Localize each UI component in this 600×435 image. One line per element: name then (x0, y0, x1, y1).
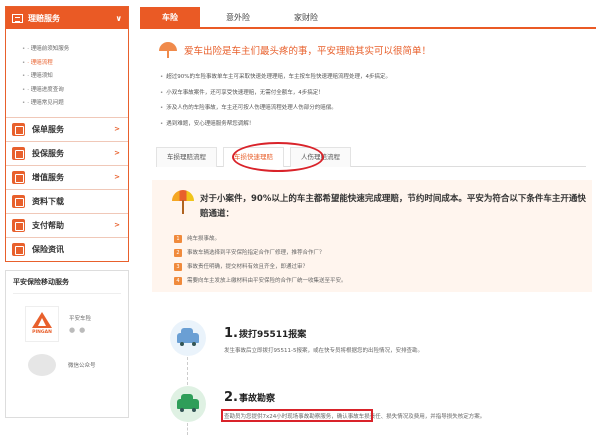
step-connector (187, 357, 188, 385)
tab-car-damage-claim[interactable]: 车损理赔流程 (156, 147, 217, 167)
step-1-desc: 发生事故后立即拨打95511-5报案，或在快专员将根据您的出险情况，安排查勘。 (224, 348, 423, 354)
sidebar-item-label: 支付帮助 (32, 220, 64, 230)
step-1-number: 1. (224, 326, 238, 341)
condition-text: 需要向车主发放上缴材料由平安保险的合作厂统一收集送至平安。 (187, 278, 347, 284)
download-icon (12, 194, 25, 208)
sidebar-item-label: 保单服务 (32, 124, 64, 134)
chevron-down-icon: ∨ (115, 13, 123, 23)
highlight-oval-annotation (232, 142, 324, 172)
claim-service-title: 理赔服务 (28, 13, 60, 23)
sidebar-item-label: 资料下载 (32, 196, 64, 206)
chevron-right-icon: > (114, 221, 120, 229)
app-info: 平安车险 ●● (69, 314, 91, 334)
condition-number-badge: 4 (174, 277, 182, 285)
sidebar-item-label: 增值服务 (32, 172, 64, 182)
sidebar-item-policy-service[interactable]: 保单服务 > (6, 116, 128, 141)
car-accident-icon (170, 320, 206, 356)
notice-title: 对于小案件，90%以上的车主都希望能快速完成理赔，节约时间成本。平安为符合以下条… (200, 194, 586, 219)
step-2-title-text: 事故勘察 (238, 394, 275, 404)
sidebar-subitem[interactable]: · 理赔进度查询 (22, 84, 128, 98)
insure-icon (12, 146, 25, 160)
sidebar-subitem[interactable]: · 理赔前须知服务 (22, 43, 128, 57)
tab-property-insurance[interactable]: 家财险 (276, 7, 336, 27)
step-1-title: 1.拨打95511报案 (224, 326, 306, 341)
highlight-box-annotation (221, 409, 373, 422)
intro-line: 涉及人伤的车险事故，车主还可按人伤理赔流程处理人伤部分的赔偿。 (160, 101, 590, 117)
intro-header: 爱车出险是车主们最头疼的事，平安理赔其实可以很简单！ (158, 40, 431, 60)
condition-text: 纯车损事故。 (187, 236, 221, 242)
intro-list: 超过90%的车险事故单车主可采取快速处理理赔，车主按车险快速理赔流程处理，4步搞… (160, 70, 590, 132)
insurance-type-tabs: 车险 意外险 家财险 (140, 7, 596, 29)
policy-icon (12, 122, 25, 136)
step-2-number: 2. (224, 390, 238, 405)
sidebar-item-label: 投保服务 (32, 148, 64, 158)
sidebar-item-pay-help[interactable]: 支付帮助 > (6, 212, 128, 237)
wechat-qrcode-icon (28, 353, 56, 376)
sidebar: 理赔服务 ∨ · 理赔前须知服务 · 理赔流程 · 理赔须知 · 理赔进度查询 … (5, 6, 129, 418)
gift-icon (12, 170, 25, 184)
intro-line: 小双车事故案件，还可享受快速理赔，无需付全额车，4步搞定！ (160, 86, 590, 102)
app-os-icons[interactable]: ●● (69, 326, 91, 334)
pingan-logo-icon (32, 312, 52, 328)
notice-condition: 1 纯车损事故。 (174, 232, 347, 246)
sidebar-subitem-claim-process[interactable]: · 理赔流程 (22, 57, 128, 71)
condition-text: 事故责任明确，提交材料有效且齐全，即通过审？ (187, 264, 309, 270)
mobile-service-title: 平安保险移动服务 (13, 277, 121, 294)
sidebar-item-value-added[interactable]: 增值服务 > (6, 164, 128, 189)
condition-number-badge: 2 (174, 249, 182, 257)
condition-text: 事故车辆选择到平安保险指定合作厂修理，推荐合作厂？ (187, 250, 325, 256)
sidebar-item-download[interactable]: 资料下载 (6, 188, 128, 213)
notice-condition: 3 事故责任明确，提交材料有效且齐全，即通过审？ (174, 260, 347, 274)
step-1-title-text: 拨打95511报案 (238, 330, 307, 340)
beach-umbrella-icon (172, 190, 194, 216)
chevron-right-icon: > (114, 173, 120, 181)
intro-line: 超过90%的车险事故单车主可采取快速处理理赔，车主按车险快速理赔流程处理，4步搞… (160, 70, 590, 86)
sidebar-subitem[interactable]: · 理赔须知 (22, 70, 128, 84)
quick-claim-notice: 对于小案件，90%以上的车主都希望能快速完成理赔，节约时间成本。平安为符合以下条… (152, 180, 592, 292)
intro-title: 爱车出险是车主们最头疼的事，平安理赔其实可以很简单！ (184, 46, 432, 57)
step-2-title: 2.事故勘察 (224, 390, 275, 405)
wechat-row[interactable]: 微信公众号 (13, 353, 121, 376)
notice-condition: 2 事故车辆选择到平安保险指定合作厂修理，推荐合作厂？ (174, 246, 347, 260)
step-connector (187, 423, 188, 435)
chevron-right-icon: > (114, 125, 120, 133)
sidebar-subitem[interactable]: · 理赔常见问题 (22, 97, 128, 111)
condition-number-badge: 3 (174, 263, 182, 271)
app-download-row[interactable]: PINGAN 平安车险 ●● (13, 305, 121, 342)
notice-conditions: 1 纯车损事故。 2 事故车辆选择到平安保险指定合作厂修理，推荐合作厂？ 3 事… (174, 232, 347, 288)
chevron-right-icon: > (114, 149, 120, 157)
condition-number-badge: 1 (174, 235, 182, 243)
sidebar-item-label: 保险资讯 (32, 244, 64, 254)
wechat-name: 微信公众号 (68, 362, 96, 369)
umbrella-icon (158, 40, 178, 60)
tab-car-insurance[interactable]: 车险 (140, 7, 200, 27)
pingan-logo-label: PINGAN (32, 330, 52, 335)
android-icon[interactable]: ● (79, 326, 89, 334)
claim-service-header[interactable]: 理赔服务 ∨ (6, 7, 128, 29)
apple-icon[interactable]: ● (69, 326, 79, 334)
claim-service-panel: 理赔服务 ∨ · 理赔前须知服务 · 理赔流程 · 理赔须知 · 理赔进度查询 … (5, 6, 129, 262)
pay-icon (12, 218, 25, 232)
app-name: 平安车险 (69, 315, 92, 322)
mobile-service-panel: 平安保险移动服务 PINGAN 平安车险 ●● 微信公众号 (5, 269, 129, 418)
intro-line: 遇到难题，安心理赔服务帮您调解！ (160, 117, 590, 133)
pingan-logo[interactable]: PINGAN (25, 305, 59, 342)
news-icon (12, 242, 25, 256)
sidebar-item-news[interactable]: 保险资讯 (6, 236, 128, 261)
notice-condition: 4 需要向车主发放上缴材料由平安保险的合作厂统一收集送至平安。 (174, 274, 347, 288)
survey-car-icon (170, 386, 206, 422)
claim-sub-list: · 理赔前须知服务 · 理赔流程 · 理赔须知 · 理赔进度查询 · 理赔常见问… (6, 29, 128, 117)
claim-service-icon (12, 13, 23, 23)
tab-accident-insurance[interactable]: 意外险 (208, 7, 268, 27)
sidebar-item-insure-service[interactable]: 投保服务 > (6, 140, 128, 165)
claim-process-tabs: 车损理赔流程 车损快速理赔 人伤理赔流程 (156, 147, 586, 167)
